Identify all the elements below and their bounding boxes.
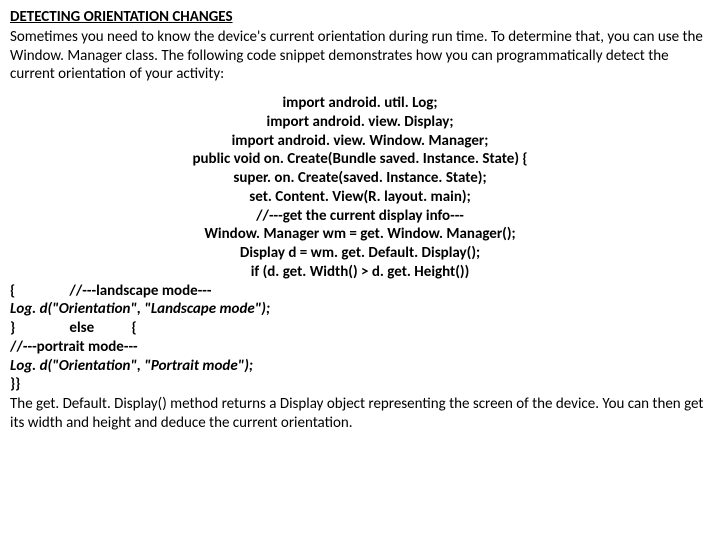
code-line: }} bbox=[10, 375, 710, 394]
code-block-centered: import android. util. Log; import androi… bbox=[10, 94, 710, 282]
intro-paragraph: Sometimes you need to know the device's … bbox=[10, 28, 710, 84]
outro-paragraph: The get. Default. Display() method retur… bbox=[10, 395, 710, 433]
code-line: set. Content. View(R. layout. main); bbox=[10, 188, 710, 207]
code-line: Display d = wm. get. Default. Display(); bbox=[10, 244, 710, 263]
section-heading: DETECTING ORIENTATION CHANGES bbox=[10, 8, 710, 27]
code-line: import android. view. Window. Manager; bbox=[10, 132, 710, 151]
code-line: { //---landscape mode--- bbox=[10, 282, 710, 301]
code-block-left: { //---landscape mode--- Log. d("Orienta… bbox=[10, 282, 710, 395]
code-line: Window. Manager wm = get. Window. Manage… bbox=[10, 225, 710, 244]
code-line: public void on. Create(Bundle saved. Ins… bbox=[10, 150, 710, 169]
code-line: import android. util. Log; bbox=[10, 94, 710, 113]
code-line: Log. d("Orientation", "Portrait mode"); bbox=[10, 357, 710, 376]
code-line: //---get the current display info--- bbox=[10, 207, 710, 226]
code-line: import android. view. Display; bbox=[10, 113, 710, 132]
code-line: if (d. get. Width() > d. get. Height()) bbox=[10, 263, 710, 282]
code-line: } else { bbox=[10, 319, 710, 338]
code-line: //---portrait mode--- bbox=[10, 338, 710, 357]
code-line: super. on. Create(saved. Instance. State… bbox=[10, 169, 710, 188]
code-line: Log. d("Orientation", "Landscape mode"); bbox=[10, 300, 710, 319]
